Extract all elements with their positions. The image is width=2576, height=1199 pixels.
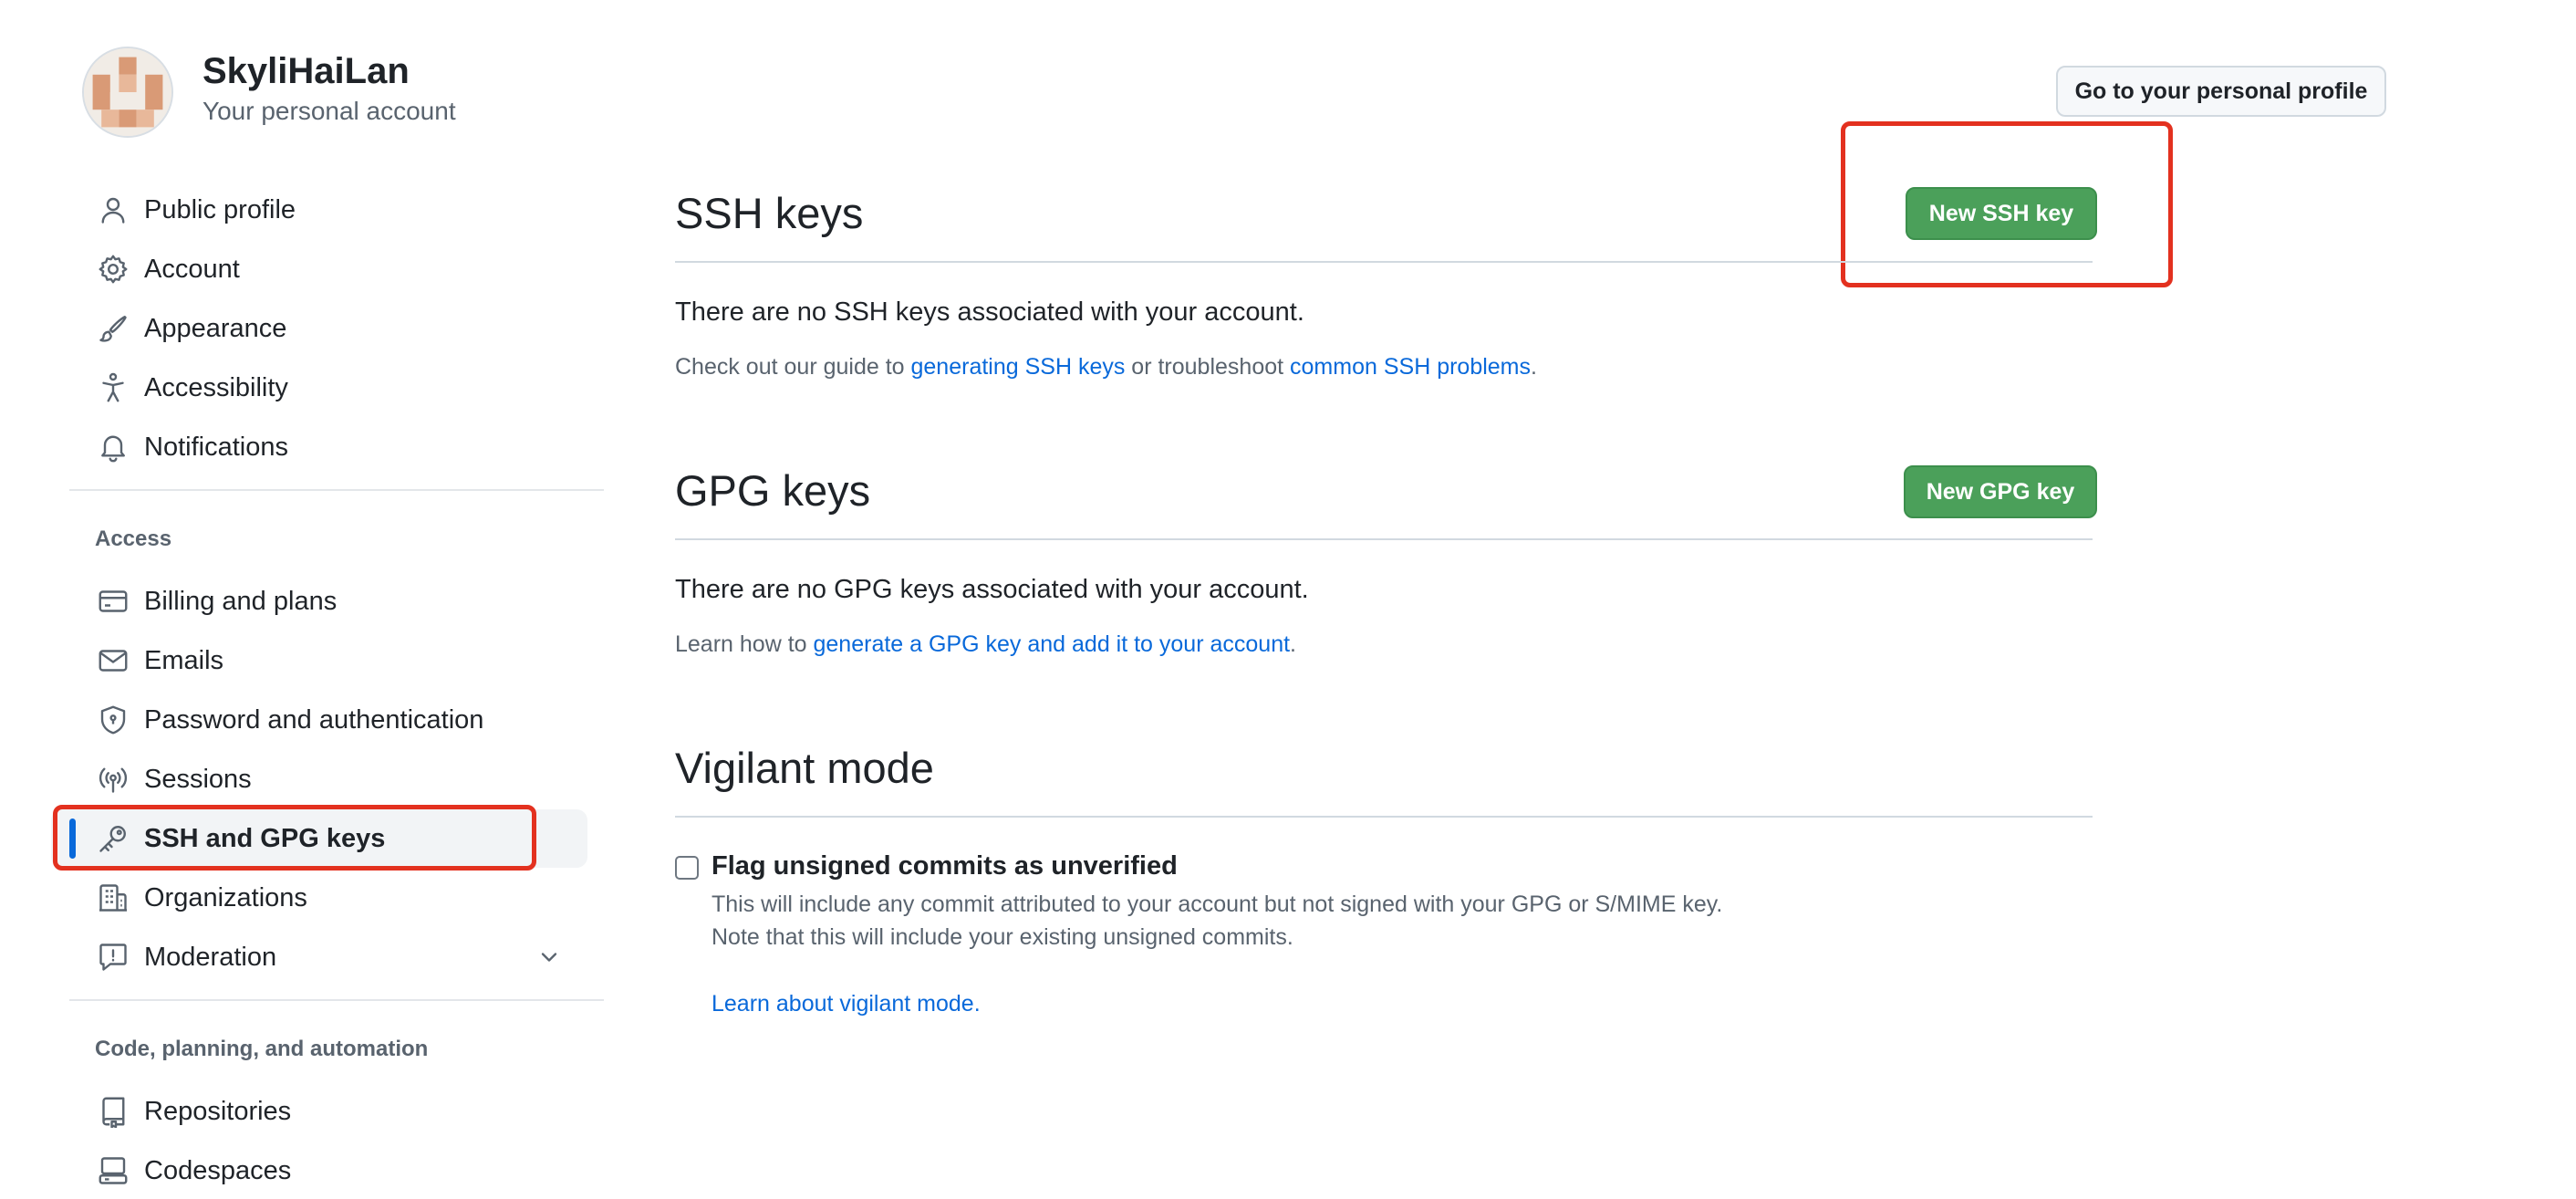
sidebar-item-label: SSH and GPG keys — [144, 824, 386, 853]
avatar[interactable] — [82, 47, 173, 138]
organization-icon — [97, 881, 130, 914]
go-to-profile-button[interactable]: Go to your personal profile — [2056, 66, 2386, 117]
generating-ssh-keys-link[interactable]: generating SSH keys — [911, 354, 1126, 380]
sidebar-item-account[interactable]: Account — [51, 240, 587, 298]
sidebar-heading-access: Access — [95, 527, 172, 551]
section-divider — [675, 261, 2093, 263]
vigilant-desc-line2: Note that this will include your existin… — [712, 924, 1293, 950]
identicon-image — [84, 48, 171, 136]
section-divider — [675, 538, 2093, 540]
sidebar-item-appearance[interactable]: Appearance — [51, 299, 587, 358]
vigilant-desc-line1: This will include any commit attributed … — [712, 891, 1723, 917]
ssh-guide-suffix: . — [1531, 354, 1537, 380]
vigilant-learn-suffix: . — [973, 991, 981, 1017]
section-divider — [675, 816, 2093, 818]
mail-icon — [97, 644, 130, 677]
sidebar-item-notifications[interactable]: Notifications — [51, 418, 587, 476]
sidebar-item-label: Password and authentication — [144, 705, 484, 735]
sidebar-item-label: Repositories — [144, 1097, 292, 1126]
sidebar-item-label: Notifications — [144, 433, 288, 462]
broadcast-icon — [97, 763, 130, 796]
sidebar-item-label: Billing and plans — [144, 587, 338, 616]
generate-gpg-key-link[interactable]: generate a GPG key and add it to your ac… — [814, 631, 1291, 657]
chevron-down-icon[interactable] — [536, 944, 562, 970]
common-ssh-problems-link[interactable]: common SSH problems — [1290, 354, 1531, 380]
report-icon — [97, 941, 130, 974]
sidebar-item-ssh-gpg-keys[interactable]: SSH and GPG keys — [51, 809, 587, 868]
ssh-empty-text: There are no SSH keys associated with yo… — [675, 297, 1304, 327]
learn-vigilant-mode-link[interactable]: Learn about vigilant mode — [712, 991, 974, 1017]
gear-icon — [97, 253, 130, 286]
gpg-empty-text: There are no GPG keys associated with yo… — [675, 575, 1309, 604]
flag-unsigned-checkbox[interactable] — [675, 856, 699, 880]
sidebar-item-label: Organizations — [144, 883, 307, 912]
sidebar-item-emails[interactable]: Emails — [51, 631, 587, 690]
new-gpg-key-button[interactable]: New GPG key — [1904, 465, 2097, 518]
ssh-guide-text: Check out our guide to generating SSH ke… — [675, 354, 1537, 381]
active-indicator — [69, 818, 76, 859]
sidebar-item-accessibility[interactable]: Accessibility — [51, 359, 587, 417]
ssh-keys-title: SSH keys — [675, 189, 864, 237]
ssh-guide-middle: or troubleshoot — [1125, 354, 1291, 380]
sidebar-item-label: Public profile — [144, 195, 296, 224]
sidebar-item-organizations[interactable]: Organizations — [51, 869, 587, 927]
account-name[interactable]: SkyliHaiLan — [203, 51, 410, 92]
flag-unsigned-label[interactable]: Flag unsigned commits as unverified — [712, 851, 1178, 881]
gpg-learn-text: Learn how to generate a GPG key and add … — [675, 631, 1296, 658]
sidebar-item-moderation[interactable]: Moderation — [51, 928, 587, 986]
sidebar-item-label: Codespaces — [144, 1156, 292, 1185]
sidebar-item-label: Moderation — [144, 943, 277, 972]
sidebar-item-label: Sessions — [144, 765, 252, 794]
sidebar-item-label: Emails — [144, 646, 224, 675]
bell-icon — [97, 431, 130, 464]
credit-card-icon — [97, 585, 130, 618]
sidebar-item-label: Account — [144, 255, 240, 284]
account-subtitle: Your personal account — [203, 97, 456, 125]
sidebar-divider — [69, 999, 604, 1001]
gpg-learn-suffix: . — [1290, 631, 1296, 657]
shield-lock-icon — [97, 704, 130, 736]
gpg-learn-prefix: Learn how to — [675, 631, 814, 657]
person-icon — [97, 193, 130, 226]
sidebar-item-sessions[interactable]: Sessions — [51, 750, 587, 808]
codespaces-icon — [97, 1154, 130, 1187]
sidebar-item-repositories[interactable]: Repositories — [51, 1082, 587, 1141]
vigilant-learn-text: Learn about vigilant mode. — [712, 991, 981, 1017]
sidebar-divider — [69, 489, 604, 491]
gpg-keys-title: GPG keys — [675, 466, 871, 515]
settings-page: SkyliHaiLan Your personal account Go to … — [0, 0, 2576, 1199]
sidebar-item-label: Accessibility — [144, 373, 288, 402]
accessibility-icon — [97, 371, 130, 404]
paintbrush-icon — [97, 312, 130, 345]
sidebar-item-codespaces[interactable]: Codespaces — [51, 1142, 587, 1199]
key-icon — [97, 822, 130, 855]
new-ssh-key-button[interactable]: New SSH key — [1906, 187, 2097, 240]
sidebar-item-billing[interactable]: Billing and plans — [51, 572, 587, 631]
sidebar-heading-code: Code, planning, and automation — [95, 1037, 429, 1061]
sidebar-item-public-profile[interactable]: Public profile — [51, 181, 587, 239]
sidebar-item-label: Appearance — [144, 314, 287, 343]
repo-icon — [97, 1095, 130, 1128]
vigilant-mode-title: Vigilant mode — [675, 744, 934, 792]
sidebar-item-password-auth[interactable]: Password and authentication — [51, 691, 587, 749]
ssh-guide-prefix: Check out our guide to — [675, 354, 911, 380]
